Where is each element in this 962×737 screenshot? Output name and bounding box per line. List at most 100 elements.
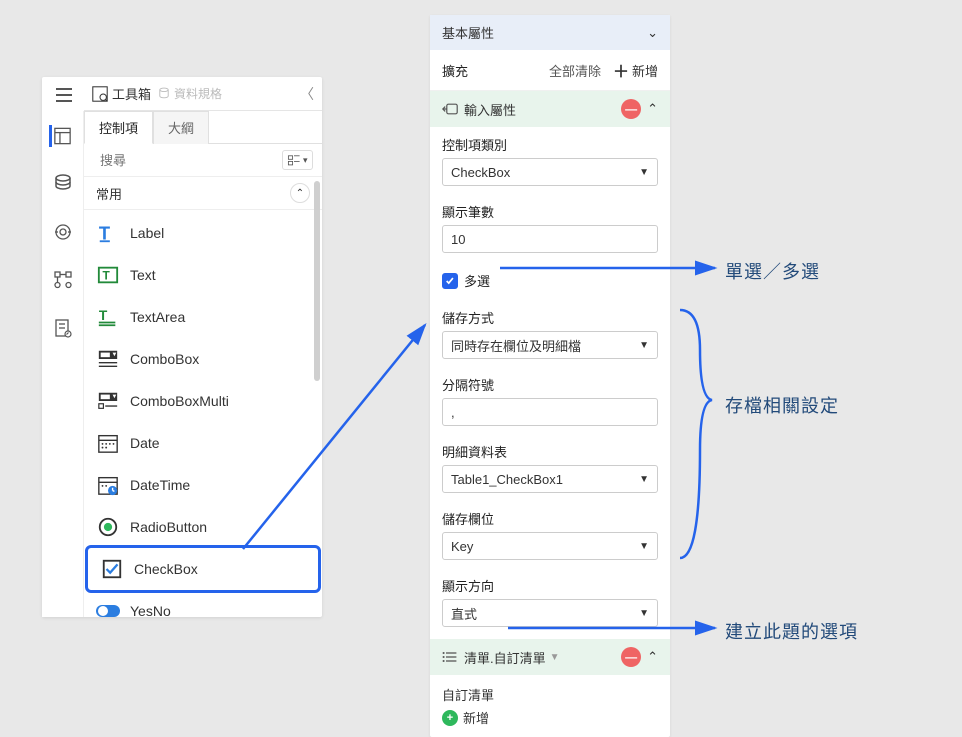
list-props-header[interactable]: 清單.自訂清單 ▼ — ⌃: [430, 639, 670, 675]
direction-value: 直式: [451, 604, 477, 623]
search-row: ▾: [84, 144, 322, 177]
hamburger-icon[interactable]: [50, 81, 78, 109]
control-item-combobox-text: ComboBox: [130, 351, 199, 367]
control-item-datetime-text: DateTime: [130, 477, 190, 493]
checkbox-checked-icon: [442, 273, 458, 289]
group-common[interactable]: 常用 ⌃: [84, 177, 322, 210]
clear-all-button[interactable]: 全部清除: [549, 61, 601, 80]
dropdown-icon: ▼: [639, 608, 649, 619]
add-list-item-button[interactable]: + 新增: [442, 708, 658, 727]
control-item-date-text: Date: [130, 435, 160, 451]
detail-table-value: Table1_CheckBox1: [451, 472, 563, 487]
control-list-scroll: 常用 ⌃ T Label T Text T TextArea Com: [84, 177, 322, 657]
plus-icon: ＋: [613, 58, 629, 82]
input-props-header[interactable]: 輸入屬性 — ⌃: [430, 91, 670, 127]
detail-table-select[interactable]: Table1_CheckBox1 ▼: [442, 465, 658, 493]
input-props-title: 輸入屬性: [464, 100, 516, 119]
properties-panel: 基本屬性 ⌄ 擴充 全部清除 ＋ 新增 輸入屬性 — ⌃ 控制項類別 Check…: [430, 15, 670, 737]
textarea-icon: T: [96, 305, 120, 329]
add-list-item-label: 新增: [463, 708, 489, 727]
direction-label: 顯示方向: [442, 576, 658, 595]
control-item-comboboxmulti[interactable]: ComboBoxMulti: [84, 380, 322, 422]
remove-button[interactable]: —: [621, 99, 641, 119]
control-item-radiobutton[interactable]: RadioButton: [84, 506, 322, 548]
control-type-value: CheckBox: [451, 165, 510, 180]
extension-row: 擴充 全部清除 ＋ 新增: [430, 50, 670, 91]
annotation-save-related: 存檔相關設定: [725, 392, 839, 418]
count-label: 顯示筆數: [442, 202, 658, 221]
control-item-checkbox[interactable]: CheckBox: [88, 548, 318, 590]
count-input[interactable]: 10: [442, 225, 658, 253]
basic-props-title: 基本屬性: [442, 23, 494, 42]
group-common-label: 常用: [96, 184, 122, 203]
remove-button[interactable]: —: [621, 647, 641, 667]
datetime-icon: [96, 473, 120, 497]
database-icon[interactable]: [52, 173, 74, 195]
multi-select-label: 多選: [464, 271, 490, 290]
data-spec-label: 資料規格: [174, 85, 222, 102]
data-spec-button[interactable]: 資料規格: [157, 85, 222, 102]
view-toggle[interactable]: ▾: [282, 150, 313, 170]
annotation-single-multi: 單選／多選: [725, 258, 820, 284]
text-icon: T: [96, 263, 120, 287]
input-icon: [442, 102, 458, 116]
cylinder-icon: [157, 87, 171, 101]
control-item-label[interactable]: T Label: [84, 212, 322, 254]
chevron-up-icon: ⌃: [290, 183, 310, 203]
separator-input[interactable]: ,: [442, 398, 658, 426]
toolbox-area: 工具箱 資料規格 〈 控制項 大綱 ▾ 常用 ⌃: [84, 77, 322, 617]
dropdown-icon: ▼: [639, 340, 649, 351]
separator-field: 分隔符號 ,: [430, 367, 670, 434]
svg-text:T: T: [103, 269, 111, 283]
tab-outline[interactable]: 大綱: [153, 111, 209, 144]
control-item-date[interactable]: Date: [84, 422, 322, 464]
radio-icon: [96, 515, 120, 539]
control-item-yesno-text: YesNo: [130, 603, 171, 619]
add-new-button[interactable]: ＋ 新增: [613, 58, 658, 82]
left-sidebar: [42, 111, 84, 617]
dropdown-icon: ▼: [639, 541, 649, 552]
toolbox-header: 工具箱 資料規格 〈: [84, 77, 322, 111]
control-item-checkbox-text: CheckBox: [134, 561, 198, 577]
grid-view-icon: [287, 153, 301, 167]
toolbox-panel: 工具箱 資料規格 〈 控制項 大綱 ▾ 常用 ⌃: [42, 77, 322, 617]
basic-props-header[interactable]: 基本屬性 ⌄: [430, 15, 670, 50]
scrollbar[interactable]: [314, 181, 320, 381]
toolbox-tabs: 控制項 大綱: [84, 111, 322, 144]
separator-label: 分隔符號: [442, 375, 658, 394]
report-icon[interactable]: [52, 317, 74, 339]
layout-icon[interactable]: [49, 125, 71, 147]
separator-value: ,: [451, 405, 455, 420]
svg-text:T: T: [99, 308, 108, 323]
control-item-yesno[interactable]: YesNo: [84, 590, 322, 632]
date-icon: [96, 431, 120, 455]
tab-controls[interactable]: 控制項: [84, 111, 153, 144]
control-item-combobox[interactable]: ComboBox: [84, 338, 322, 380]
save-field-field: 儲存欄位 Key ▼: [430, 501, 670, 568]
dropdown-icon: ▼: [639, 474, 649, 485]
control-item-datetime[interactable]: DateTime: [84, 464, 322, 506]
multi-select-row[interactable]: 多選: [430, 261, 670, 300]
flow-icon[interactable]: [52, 269, 74, 291]
control-item-comboboxmulti-text: ComboBoxMulti: [130, 393, 229, 409]
search-input[interactable]: [100, 153, 276, 168]
count-field: 顯示筆數 10: [430, 194, 670, 261]
collapse-caret-icon[interactable]: 〈: [300, 84, 314, 104]
custom-list-block: 自訂清單 + 新增: [430, 675, 670, 737]
toolbox-icon: [92, 86, 108, 102]
control-type-label: 控制項類別: [442, 135, 658, 154]
annotation-create-options: 建立此題的選項: [725, 618, 858, 644]
combobox-icon: [96, 347, 120, 371]
save-field-select[interactable]: Key ▼: [442, 532, 658, 560]
svg-text:T: T: [99, 222, 110, 243]
save-mode-field: 儲存方式 同時存在欄位及明細檔 ▼: [430, 300, 670, 367]
target-icon[interactable]: [52, 221, 74, 243]
control-type-select[interactable]: CheckBox ▼: [442, 158, 658, 186]
control-item-textarea[interactable]: T TextArea: [84, 296, 322, 338]
custom-list-label: 自訂清單: [442, 685, 658, 704]
detail-table-field: 明細資料表 Table1_CheckBox1 ▼: [430, 434, 670, 501]
save-mode-select[interactable]: 同時存在欄位及明細檔 ▼: [442, 331, 658, 359]
control-item-text[interactable]: T Text: [84, 254, 322, 296]
save-mode-value: 同時存在欄位及明細檔: [451, 336, 581, 355]
direction-select[interactable]: 直式 ▼: [442, 599, 658, 627]
